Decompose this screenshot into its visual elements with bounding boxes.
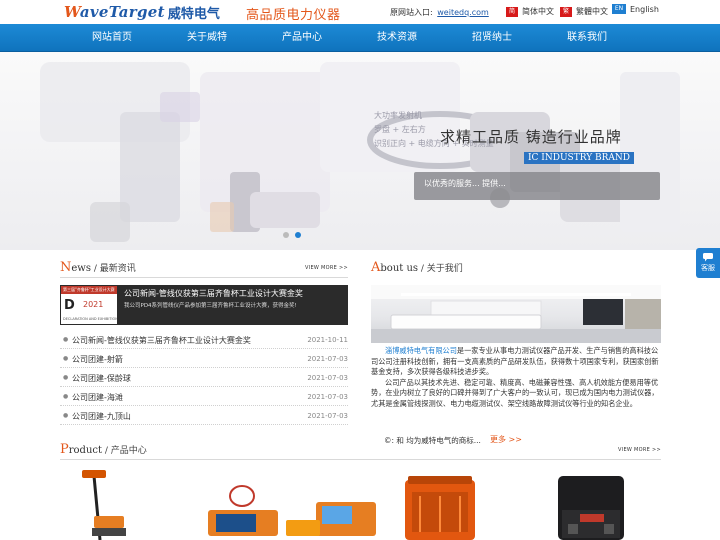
news-item-date: 2021-07-03 (307, 393, 348, 401)
news-feature-thumbnail: 第三届"齐鲁杯"工业设计大赛 D 2021 DECLARATION AND EX… (60, 285, 118, 325)
lang-label: English (630, 4, 659, 14)
thumb-year: 2021 (83, 300, 104, 309)
thumb-top-text: 第三届"齐鲁杯"工业设计大赛 (63, 287, 115, 292)
about-para-2: 公司产品以其技术先进、稳定可靠、精度高、电磁兼容性强、高人机效能方便易用等优势，… (371, 377, 659, 408)
lang-label: 繁體中文 (576, 7, 608, 16)
banner-slogan: 求精工品质 铸造行业品牌 (440, 128, 622, 146)
news-list-item[interactable]: ● 公司团建-九顶山 2021-07-03 (60, 406, 348, 425)
banner-pagination (283, 232, 301, 238)
customer-service-widget[interactable]: 客服 (696, 248, 720, 278)
news-title-rest: ews (71, 263, 91, 274)
site-logo[interactable]: WaveTarget 威特电气 (64, 2, 220, 22)
nav-about[interactable]: 关于威特 (167, 24, 247, 52)
product-4-image[interactable] (558, 476, 624, 540)
bullet-icon: ● (63, 412, 69, 419)
product-images (82, 470, 624, 540)
news-feature-card[interactable]: 第三届"齐鲁杯"工业设计大赛 D 2021 DECLARATION AND EX… (60, 285, 348, 325)
product-view-more[interactable]: VIEW MORE >> (618, 447, 661, 453)
thumb-letter: D (64, 298, 75, 313)
slide-dot-2-active[interactable] (295, 232, 301, 238)
product-title-cn: / 产品中心 (104, 446, 147, 456)
news-title: News / 最新资讯 (60, 260, 136, 275)
news-list-item[interactable]: ● 公司新闻-管线仪获第三届齐鲁杯工业设计大赛金奖 2021-10-11 (60, 330, 348, 349)
news-list-item[interactable]: ● 公司团建-射箭 2021-07-03 (60, 349, 348, 368)
about-company-name[interactable]: 淄博威特电气有限公司 (385, 346, 457, 355)
about-section-header: About us / 关于我们 (371, 260, 661, 278)
about-title-initial: A (371, 260, 381, 275)
news-item-title[interactable]: 公司新闻-管线仪获第三届齐鲁杯工业设计大赛金奖 (72, 335, 251, 346)
news-item-title[interactable]: 公司团建-海滩 (72, 392, 123, 403)
hero-banner[interactable]: 大功率发射机 罗盘 + 左右方 识别正向 + 电缆方向 + 实时测量 求精工品质… (0, 52, 720, 250)
news-item-title[interactable]: 公司团建-九顶山 (72, 411, 131, 422)
product-3-image[interactable] (405, 476, 475, 540)
news-item-title[interactable]: 公司团建-保龄球 (72, 373, 131, 384)
banner-faint-2: 罗盘 + 左右方 (374, 125, 426, 134)
about-title-rest: bout us (380, 263, 419, 274)
old-site-entry: 原网站入口: weitedq.com (390, 7, 489, 18)
product-1-image[interactable] (82, 470, 126, 540)
news-list: ● 公司新闻-管线仪获第三届齐鲁杯工业设计大赛金奖 2021-10-11 ● 公… (60, 330, 348, 425)
news-title-initial: N (60, 260, 72, 275)
bullet-icon: ● (63, 393, 69, 400)
news-title-cn: / 最新资讯 (93, 264, 136, 274)
slide-dot-1[interactable] (283, 232, 289, 238)
chat-icon (703, 253, 713, 262)
bullet-icon: ● (63, 355, 69, 362)
portal-label: 原网站入口: (390, 8, 433, 17)
news-section-header: News / 最新资讯 VIEW MORE >> (60, 260, 348, 278)
logo-cn: 威特电气 (167, 6, 220, 22)
lang-simplified[interactable]: 简 简体中文 (506, 6, 554, 17)
flag-tw-icon: 繁 (560, 6, 572, 17)
about-title: About us / 关于我们 (371, 260, 463, 275)
product-title-initial: P (60, 442, 69, 457)
nav-home[interactable]: 网站首页 (72, 24, 152, 52)
news-list-item[interactable]: ● 公司团建-海滩 2021-07-03 (60, 387, 348, 406)
lang-english[interactable]: EN English (612, 4, 659, 14)
about-text: 淄博威特电气有限公司是一家专业从事电力测试仪器产品开发、生产与销售的高科技公司公… (371, 346, 661, 410)
lang-traditional[interactable]: 繁 繁體中文 (560, 6, 608, 17)
bullet-icon: ● (63, 374, 69, 381)
nav-products[interactable]: 产品中心 (262, 24, 342, 52)
banner-brand-tag: IC INDUSTRY BRAND (524, 152, 634, 164)
product-section-header: Product / 产品中心 VIEW MORE >> (60, 442, 661, 460)
product-2-image[interactable] (208, 485, 376, 536)
news-item-date: 2021-07-03 (307, 355, 348, 363)
about-office-image (371, 285, 661, 343)
lang-label: 简体中文 (522, 7, 554, 16)
flag-cn-icon: 简 (506, 6, 518, 17)
logo-wordmark: WaveTarget (64, 3, 165, 21)
nav-contact[interactable]: 联系我们 (547, 24, 627, 52)
product-title: Product / 产品中心 (60, 442, 147, 457)
news-item-date: 2021-07-03 (307, 374, 348, 382)
product-title-rest: roduct (68, 445, 103, 456)
news-item-date: 2021-10-11 (307, 336, 348, 344)
main-nav: 网站首页 关于威特 产品中心 技术资源 招贤纳士 联系我们 (0, 24, 720, 52)
banner-caption: 以优秀的服务... 提供... (424, 179, 506, 188)
thumb-caption: DECLARATION AND EXHIBITION (63, 317, 118, 321)
portal-link[interactable]: weitedq.com (437, 8, 489, 17)
bullet-icon: ● (63, 336, 69, 343)
service-label: 客服 (701, 264, 715, 272)
office-illustration (371, 285, 661, 343)
nav-careers[interactable]: 招贤纳士 (452, 24, 532, 52)
banner-illustration (40, 62, 680, 242)
news-item-title[interactable]: 公司团建-射箭 (72, 354, 123, 365)
nav-tech[interactable]: 技术资源 (357, 24, 437, 52)
news-view-more[interactable]: VIEW MORE >> (305, 265, 348, 271)
about-title-cn: / 关于我们 (420, 264, 463, 274)
top-header: WaveTarget 威特电气 高品质电力仪器 原网站入口: weitedq.c… (0, 0, 720, 24)
news-item-date: 2021-07-03 (307, 412, 348, 420)
flag-en-icon: EN (612, 4, 626, 14)
news-feature-desc: 我公司PD4系列管线仪产品参加第三届齐鲁杯工业设计大赛，获得金奖! (124, 303, 297, 309)
header-slogan: 高品质电力仪器 (246, 8, 341, 23)
banner-faint-1: 大功率发射机 (374, 111, 422, 120)
news-feature-title[interactable]: 公司新闻-管线仪获第三届齐鲁杯工业设计大赛金奖 (124, 288, 303, 299)
product-gallery (60, 462, 661, 540)
news-list-item[interactable]: ● 公司团建-保龄球 2021-07-03 (60, 368, 348, 387)
page: WaveTarget 威特电气 高品质电力仪器 原网站入口: weitedq.c… (0, 0, 720, 540)
